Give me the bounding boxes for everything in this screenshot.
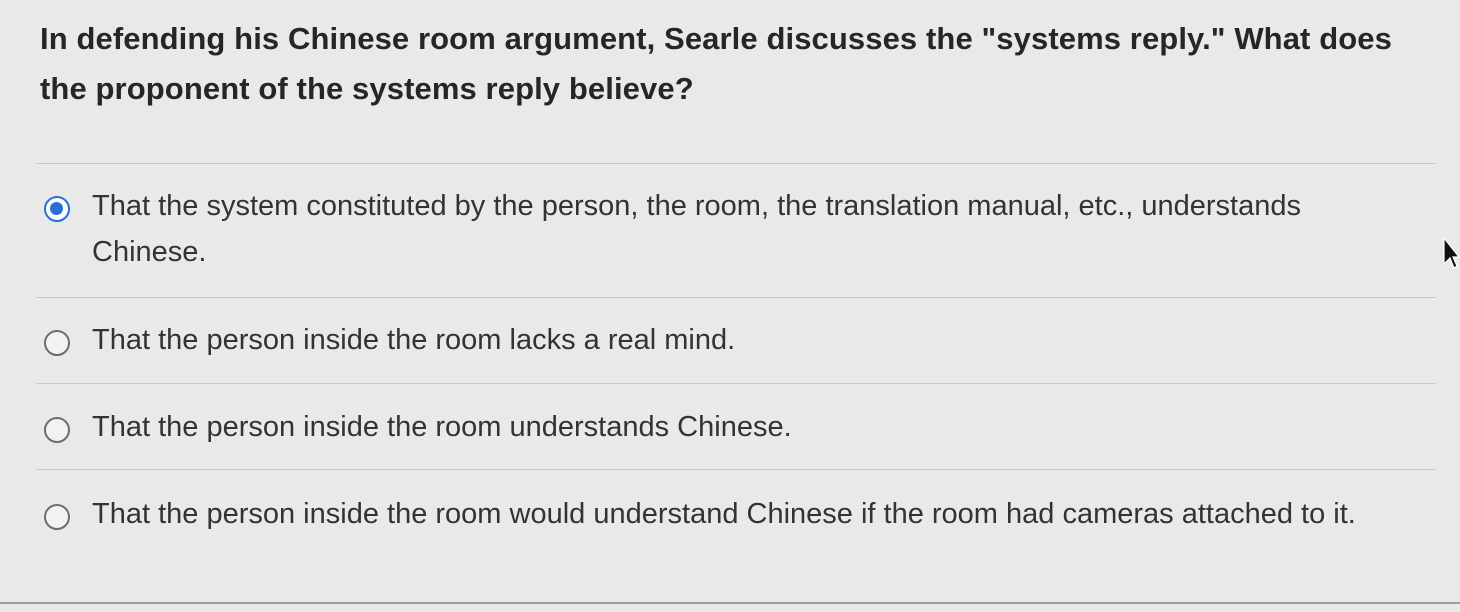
radio-button-selected-icon[interactable]	[44, 196, 70, 222]
divider-top	[36, 163, 1436, 164]
answer-option-1-label: That the system constituted by the perso…	[92, 190, 1301, 268]
radio-button-icon[interactable]	[44, 330, 70, 356]
answer-option-2-label: That the person inside the room lacks a …	[92, 324, 736, 356]
divider-1	[36, 297, 1436, 298]
answer-option-4-label: That the person inside the room would un…	[92, 498, 1356, 530]
answer-option-2[interactable]: That the person inside the room lacks a …	[44, 324, 1434, 363]
divider-bottom	[0, 602, 1460, 604]
divider-2	[36, 383, 1436, 384]
radio-button-icon[interactable]	[44, 504, 70, 530]
mouse-cursor-icon	[1443, 236, 1460, 269]
answer-option-4[interactable]: That the person inside the room would un…	[44, 498, 1434, 537]
question-text: In defending his Chinese room argument, …	[40, 21, 1392, 106]
radio-button-icon[interactable]	[44, 417, 70, 443]
answer-option-3[interactable]: That the person inside the room understa…	[44, 411, 1434, 450]
answer-option-1[interactable]: That the system constituted by the perso…	[44, 190, 1434, 275]
divider-3	[36, 469, 1436, 470]
answer-option-3-label: That the person inside the room understa…	[92, 411, 792, 443]
